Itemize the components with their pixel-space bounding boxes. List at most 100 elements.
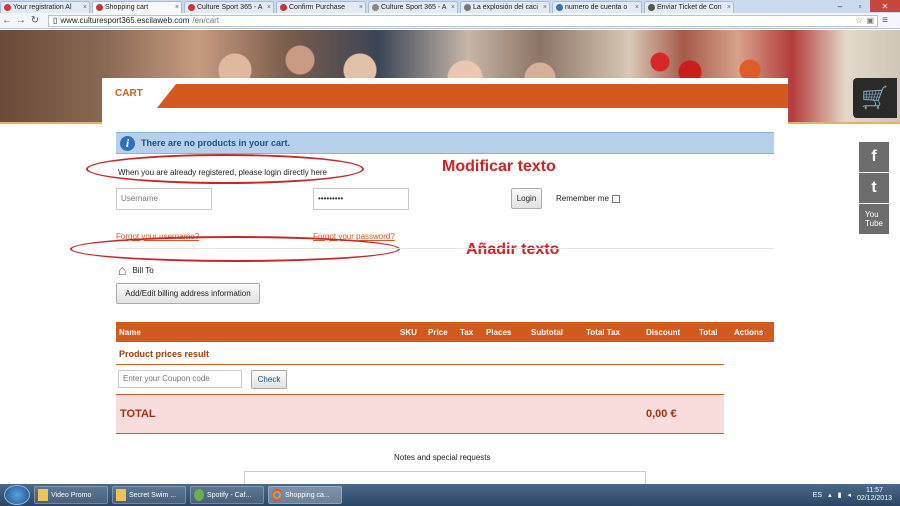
folder-icon [38,489,48,501]
facebook-icon[interactable]: f [859,142,889,172]
site-icon [280,4,287,11]
login-button[interactable]: Login [511,188,542,209]
cart-total: TOTAL 0,00 € [116,394,724,434]
page-title: CART [102,78,157,108]
remember-me-label: Remember me [556,194,609,203]
clock-date: 02/12/2013 [856,495,892,502]
close-tab-icon[interactable]: × [265,2,273,13]
clock[interactable]: 11:57 02/12/2013 [857,487,892,503]
page-icon [648,4,655,11]
social-links: f t You Tube [859,142,889,235]
billing-address-button[interactable]: Add/Edit billing address information [116,283,260,304]
close-window-icon[interactable]: ✕ [870,0,900,12]
total-value: 0,00 € [646,408,677,420]
house-icon: ⌂ [118,262,127,278]
star-icon[interactable]: ☆ [855,16,862,26]
product-prices-result: Product prices result [119,349,210,359]
window-controls: – ▫ ✕ [830,0,900,12]
browser-tab[interactable]: Confirm Purchase × [276,1,366,13]
notes-label: Notes and special requests [394,453,491,462]
taskbar-item[interactable]: Shopping ca... [268,486,342,504]
username-input[interactable]: Username [116,188,212,210]
column-header: Subtotal [531,328,563,337]
close-tab-icon[interactable]: × [81,2,89,13]
site-icon [372,4,379,11]
gmail-icon [4,4,11,11]
arrow-up-icon[interactable]: ▴ [828,491,832,499]
volume-icon[interactable]: ◂ [847,491,851,499]
bill-to-label: Bill To [132,265,154,275]
browser-toolbar: ← → ↻ ▯ www.culturesport365.escilaweb.co… [0,13,900,29]
folder-icon [116,489,126,501]
cart-header: CART [102,78,788,108]
annotation-ellipse [70,236,400,262]
column-header: Price [428,328,448,337]
maximize-icon[interactable]: ▫ [850,0,870,12]
taskbar-item[interactable]: Spotify - Caf... [190,486,264,504]
close-tab-icon[interactable]: × [541,2,549,13]
remember-me[interactable]: Remember me [556,194,620,203]
bill-to: ⌂ Bill To [118,262,154,278]
browser-tab-active[interactable]: Shopping cart × [92,1,182,13]
twitter-icon[interactable]: t [859,173,889,203]
cart-table-header: Name SKU Price Tax Places Subtotal Total… [116,322,774,342]
annotation-add: Añadir texto [466,241,560,258]
page: 🛒 f t You Tube CART i There are no produc… [0,30,900,484]
browser-tab[interactable]: Culture Sport 365 - A × [368,1,458,13]
annotation-modify: Modificar texto [442,158,556,175]
empty-cart-notice: i There are no products in your cart. [116,132,774,154]
youtube-icon[interactable]: You Tube [859,204,889,234]
language-indicator[interactable]: ES [813,492,822,499]
browser-tab[interactable]: Your registration Al × [0,1,90,13]
column-header: Name [119,328,141,337]
info-icon: i [120,135,135,151]
password-input[interactable]: ••••••••• [313,188,409,210]
page-icon: ▯ [53,15,58,25]
coupon-input[interactable]: Enter your Coupon code [118,370,242,388]
site-icon [96,4,103,11]
url-host: www.culturesport365.escilaweb.com [60,15,190,25]
browser-tab[interactable]: numero de cuenta o × [552,1,642,13]
clock-time: 11:57 [865,487,883,494]
taskbar-item[interactable]: Video Promo [34,486,108,504]
cart-content: i There are no products in your cart. Wh… [70,108,788,484]
annotation-ellipse [86,154,364,184]
browser-tab[interactable]: Culture Sport 365 - A × [184,1,274,13]
system-tray: ES ▴ ▮ ◂ 11:57 02/12/2013 [813,487,900,503]
start-button[interactable] [4,485,30,505]
address-bar[interactable]: ▯ www.culturesport365.escilaweb.com/en/c… [48,14,878,27]
shopping-cart-icon[interactable]: 🛒 [853,78,897,118]
reload-icon[interactable]: ↻ [28,15,42,26]
doc-icon [556,4,563,11]
close-tab-icon[interactable]: × [357,2,365,13]
notice-text: There are no products in your cart. [141,138,291,148]
url-path: /en/cart [192,15,220,25]
page-icon [464,4,471,11]
site-icon [188,4,195,11]
network-icon[interactable]: ▮ [838,491,842,499]
remember-me-checkbox[interactable] [611,194,620,203]
close-tab-icon[interactable]: × [725,2,733,13]
forward-icon[interactable]: → [14,15,28,26]
check-coupon-button[interactable]: Check [251,370,287,389]
column-header: Total Tax [586,328,620,337]
taskbar-item[interactable]: Secret Swim ... [112,486,186,504]
menu-icon[interactable]: ≡ [878,15,892,26]
header-bar [157,84,788,108]
browser-tab[interactable]: La explosión del caci × [460,1,550,13]
back-icon[interactable]: ← [0,15,14,26]
close-tab-icon[interactable]: × [173,2,181,13]
divider [116,248,774,249]
tab-strip: Your registration Al × Shopping cart × Cul… [0,0,900,13]
column-header: Total [699,328,718,337]
minimize-icon[interactable]: – [830,0,850,12]
extension-icon[interactable]: ▣ [866,16,874,26]
column-header: Actions [734,328,764,337]
browser-tab[interactable]: Enviar Ticket de Con × [644,1,734,13]
column-header: Discount [646,328,681,337]
total-label: TOTAL [120,408,156,420]
notes-textarea[interactable] [244,471,646,484]
close-tab-icon[interactable]: × [449,2,457,13]
column-header: Places [486,328,512,337]
close-tab-icon[interactable]: × [633,2,641,13]
